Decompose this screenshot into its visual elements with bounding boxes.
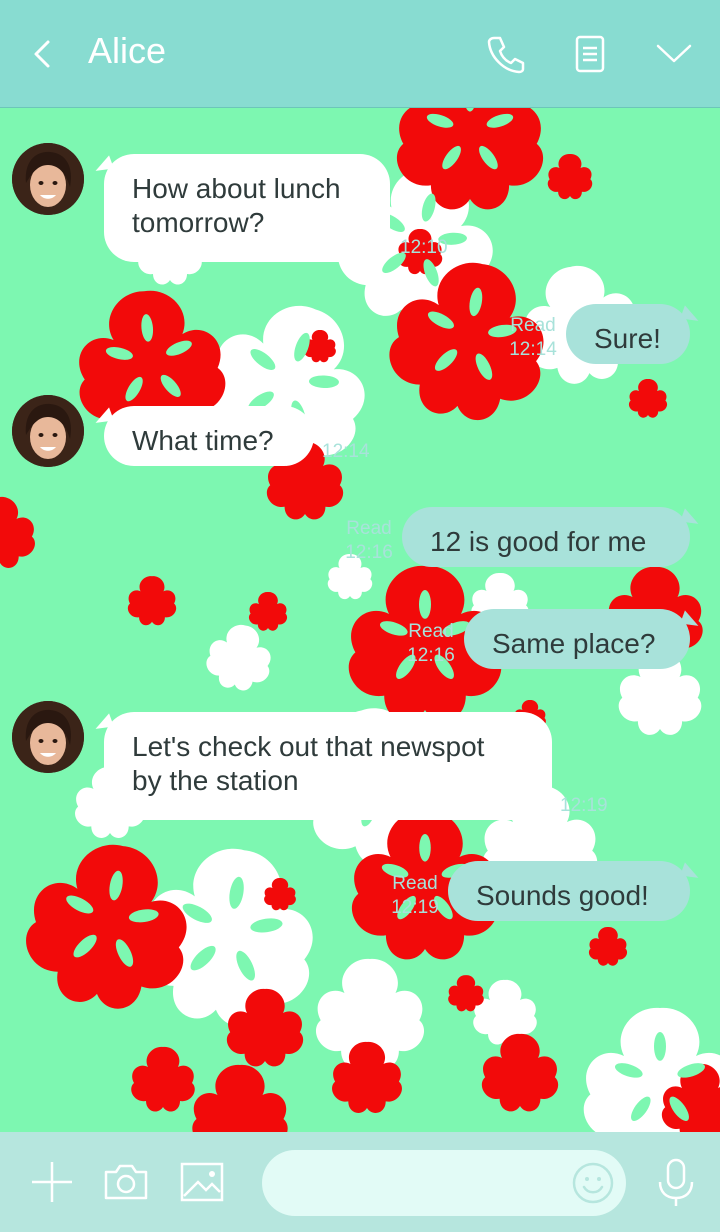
message-line: What time? [132, 425, 274, 456]
avatar-portrait [12, 701, 84, 773]
camera-icon[interactable] [98, 1154, 154, 1210]
microphone-icon[interactable] [648, 1154, 704, 1210]
phone-icon[interactable] [482, 30, 530, 78]
avatar-portrait [12, 143, 84, 215]
message-bubble-incoming[interactable]: What time? [104, 406, 314, 466]
message-bubble-outgoing[interactable]: Sounds good! [448, 861, 690, 921]
message-line: 12 is good for me [430, 526, 647, 557]
message-bubble-outgoing[interactable]: 12 is good for me [402, 507, 690, 567]
message-line: Let's check out that newspot [132, 731, 485, 762]
message-time: 12:16 [345, 542, 393, 563]
message-line: Same place? [492, 628, 656, 659]
message-time: 12:19 [391, 897, 439, 918]
message-bubble-outgoing[interactable]: Same place? [464, 609, 690, 669]
emoji-icon[interactable] [570, 1160, 616, 1206]
message-line: Sounds good! [476, 880, 649, 911]
message-time: 12:16 [407, 645, 455, 666]
read-label: Read [392, 873, 438, 894]
message-line: tomorrow? [132, 207, 265, 238]
message-line: Sure! [594, 323, 661, 354]
avatar[interactable] [12, 701, 84, 773]
message-time: 12:14 [322, 441, 370, 462]
message-line: by the station [132, 765, 299, 796]
back-icon[interactable] [26, 32, 58, 76]
read-receipt: Read 12:19 [390, 872, 440, 920]
chat-title: Alice [88, 30, 167, 71]
plus-icon[interactable] [24, 1154, 80, 1210]
read-receipt: Read 12:16 [344, 517, 394, 565]
avatar[interactable] [12, 143, 84, 215]
input-bar [0, 1132, 720, 1232]
avatar-portrait [12, 395, 84, 467]
message-bubble-outgoing[interactable]: Sure! [566, 304, 690, 364]
chat-header: Alice [0, 0, 720, 108]
message-bubble-incoming[interactable]: How about lunch tomorrow? [104, 154, 390, 262]
read-label: Read [510, 315, 556, 336]
chevron-down-icon[interactable] [650, 30, 698, 78]
read-label: Read [346, 518, 392, 539]
notes-icon[interactable] [566, 30, 614, 78]
message-line: How about lunch [132, 173, 341, 204]
image-icon[interactable] [174, 1154, 230, 1210]
read-receipt: Read 12:16 [406, 620, 456, 668]
message-time: 12:19 [560, 795, 608, 816]
read-receipt: Read 12:14 [508, 314, 558, 362]
avatar[interactable] [12, 395, 84, 467]
message-time: 12:14 [509, 339, 557, 360]
message-time: 12:10 [400, 237, 448, 258]
read-label: Read [408, 621, 454, 642]
message-bubble-incoming[interactable]: Let's check out that newspot by the stat… [104, 712, 552, 820]
